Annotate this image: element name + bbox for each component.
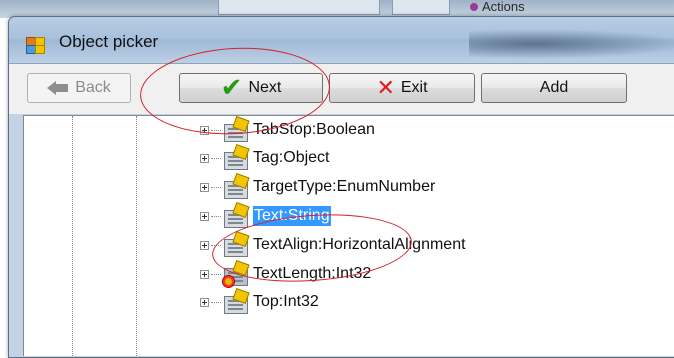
tree-item[interactable]: TargetType:EnumNumber [200, 172, 436, 201]
background-toolbar-strip-2 [392, 0, 450, 15]
expand-icon[interactable] [200, 125, 209, 135]
exit-button[interactable]: ✕ Exit [329, 73, 475, 103]
tree-item-label: Top:Int32 [253, 293, 319, 310]
expand-icon[interactable] [200, 211, 209, 221]
next-button[interactable]: ✔ Next [179, 73, 323, 103]
property-icon [222, 230, 250, 257]
expand-icon[interactable] [200, 240, 209, 250]
tree-item[interactable]: Tag:Object [200, 143, 330, 172]
tree-item[interactable]: TextAlign:HorizontalAlignment [200, 230, 466, 259]
expand-icon[interactable] [200, 182, 209, 192]
expand-icon[interactable] [200, 269, 209, 279]
background-actions-menu: Actions [468, 0, 525, 14]
expand-icon[interactable] [200, 297, 209, 307]
property-icon [222, 143, 250, 170]
background-toolbar-strip [218, 0, 380, 15]
blurred-background-logo [469, 29, 674, 59]
property-icon [222, 287, 250, 314]
close-x-icon: ✕ [376, 75, 395, 100]
dialog-toolbar: Back ✔ Next ✕ Exit Add [9, 63, 674, 114]
property-icon [222, 201, 250, 228]
object-tree[interactable]: TabStop:Boolean Tag:Object TargetType:En… [23, 115, 674, 356]
tree-item[interactable]: TabStop:Boolean [200, 116, 375, 144]
dialog-title: Object picker [59, 32, 159, 51]
object-picker-dialog: Object picker Back ✔ Next ✕ Exit Add Tab… [8, 16, 674, 358]
actions-icon [470, 3, 478, 11]
add-button-label: Add [539, 79, 569, 96]
tree-guide-line [136, 116, 137, 356]
dialog-titlebar[interactable]: Object picker [9, 17, 674, 63]
tree-item-label: TextLength:Int32 [253, 265, 372, 282]
property-icon [222, 116, 250, 142]
tree-item-label: Text:String [253, 206, 331, 226]
checkmark-icon: ✔ [220, 72, 243, 102]
next-button-label: Next [248, 79, 282, 96]
tree-item-selected[interactable]: Text:String [200, 201, 331, 230]
back-button-label: Back [75, 79, 111, 96]
tree-item-label: Tag:Object [253, 149, 330, 166]
add-button[interactable]: Add [481, 73, 627, 103]
tree-item-label: TabStop:Boolean [253, 121, 375, 138]
tree-guide-line [72, 116, 73, 356]
tree-item[interactable]: TextLength:Int32 [200, 259, 372, 288]
app-icon [26, 37, 45, 54]
exit-button-label: Exit [400, 79, 428, 96]
tree-item-label: TargetType:EnumNumber [253, 178, 436, 195]
tree-item-label: TextAlign:HorizontalAlignment [253, 236, 466, 253]
readonly-property-icon [222, 259, 250, 288]
tree-item[interactable]: Top:Int32 [200, 287, 319, 316]
property-icon [222, 172, 250, 199]
actions-label: Actions [482, 0, 525, 14]
back-button[interactable]: Back [27, 73, 131, 103]
expand-icon[interactable] [200, 153, 209, 163]
back-arrow-icon [47, 80, 69, 96]
